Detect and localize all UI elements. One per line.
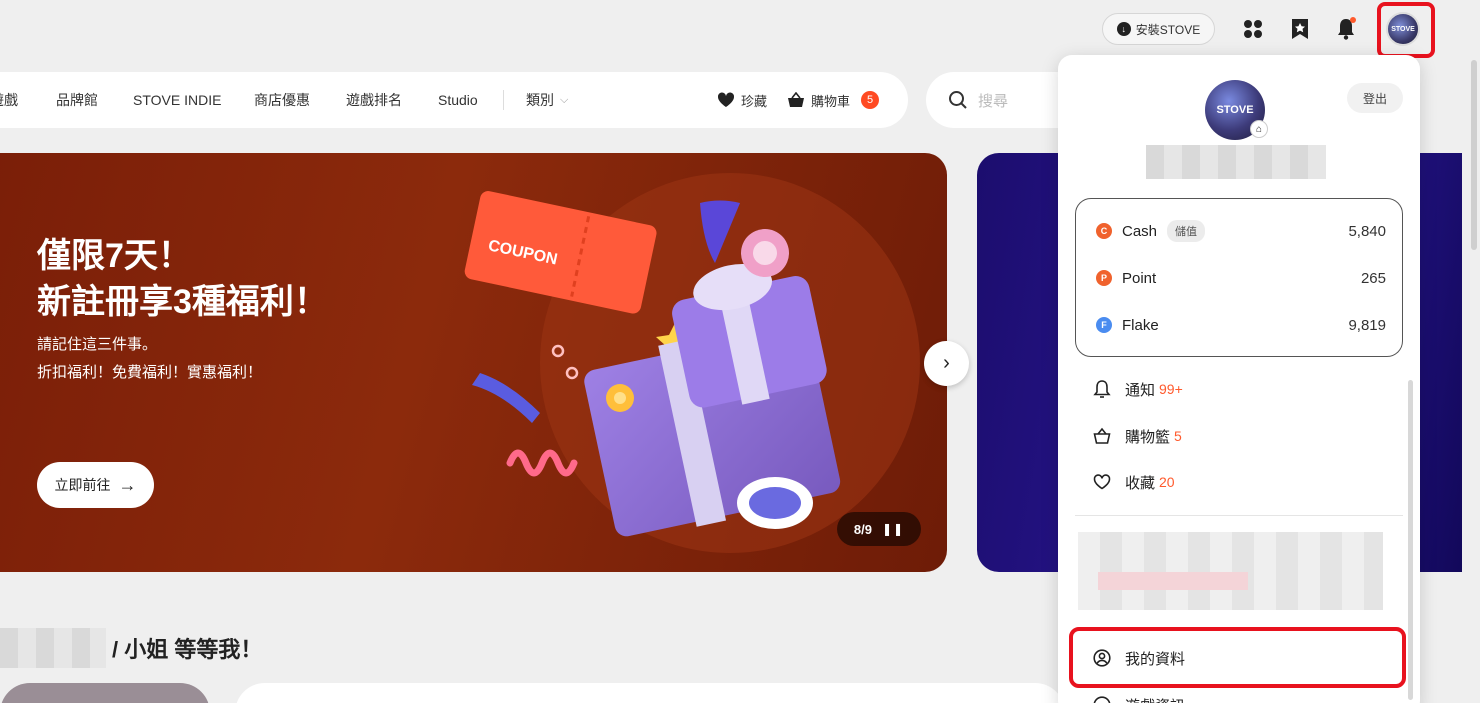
- chevron-right-icon: ›: [943, 352, 950, 374]
- home-icon: ⌂: [1250, 120, 1268, 138]
- menu-game-info[interactable]: 遊戲資訊: [1093, 693, 1185, 703]
- my-profile-highlight-box: [1069, 627, 1406, 688]
- notifications-count: 99+: [1159, 381, 1183, 397]
- search-icon: [949, 91, 967, 109]
- main-nav: 遊戲 品牌館 STOVE INDIE 商店優惠 遊戲排名 Studio 類別 ⌵…: [0, 72, 908, 128]
- cash-coin-icon: C: [1096, 223, 1112, 239]
- content-card: [235, 683, 1065, 703]
- category-label: 類別: [526, 92, 554, 108]
- flake-label: Flake: [1122, 316, 1159, 334]
- panel-scrollbar[interactable]: [1408, 380, 1413, 700]
- section-title-text: / 小姐 等等我！: [112, 637, 263, 662]
- install-stove-button[interactable]: ↓ 安裝STOVE: [1102, 13, 1215, 45]
- wallet-box: C Cash 儲值 5,840 P Point 265 F Flake 9,81…: [1075, 198, 1403, 357]
- menu-cart[interactable]: 購物籃 5: [1093, 424, 1182, 448]
- cart-count-badge: 5: [861, 91, 880, 109]
- logout-button[interactable]: 登出: [1347, 83, 1403, 113]
- chevron-down-icon: ⌵: [560, 93, 569, 106]
- basket-outline-icon: [1093, 427, 1111, 444]
- download-icon: ↓: [1116, 22, 1131, 36]
- nav-item-brand[interactable]: 品牌館: [56, 72, 98, 128]
- wallet-row-flake[interactable]: F Flake 9,819: [1096, 312, 1386, 338]
- hero-title-line2: 新註冊享3種福利！: [37, 283, 328, 321]
- hero-pager-count: 8/9: [853, 521, 872, 537]
- cash-amount: 5,840: [1348, 222, 1386, 240]
- hero-subtitle: 請記住這三件事。 折扣福利！免費福利！實惠福利！: [37, 331, 262, 387]
- basket-icon: [788, 92, 804, 107]
- wallet-row-cash[interactable]: C Cash 儲值 5,840: [1096, 218, 1386, 244]
- notifications-label: 通知: [1125, 381, 1156, 399]
- blurred-name: [0, 628, 106, 668]
- point-label: Point: [1122, 269, 1157, 287]
- menu-favorites[interactable]: 收藏 20: [1093, 470, 1175, 494]
- wishlist-label: 珍藏: [741, 93, 768, 109]
- bookmark-star-icon[interactable]: [1287, 16, 1313, 42]
- blurred-accent: [1098, 572, 1248, 590]
- topup-button[interactable]: 儲值: [1167, 220, 1206, 242]
- hero-title: 僅限7天！ 新註冊享3種福利！: [37, 233, 328, 325]
- nav-item-games[interactable]: 遊戲: [0, 72, 18, 128]
- point-amount: 265: [1360, 269, 1386, 287]
- cash-label: Cash: [1122, 222, 1158, 240]
- wallet-row-point[interactable]: P Point 265: [1096, 265, 1386, 291]
- search-placeholder: 搜尋: [978, 92, 1009, 110]
- nav-item-category[interactable]: 類別 ⌵: [526, 72, 568, 128]
- info-circle-icon: [1093, 696, 1111, 703]
- panel-divider: [1075, 515, 1403, 516]
- nav-divider: [503, 90, 504, 110]
- blurred-username: [1146, 145, 1326, 179]
- wishlist-link[interactable]: 珍藏: [717, 72, 767, 128]
- flake-amount: 9,819: [1348, 316, 1386, 334]
- nav-item-indie[interactable]: STOVE INDIE: [133, 72, 221, 128]
- carousel-next-button[interactable]: ›: [924, 341, 969, 386]
- avatar-highlight-box: [1377, 2, 1435, 58]
- heart-icon: [717, 92, 735, 107]
- hero-pager[interactable]: 8/9 ❚❚: [837, 512, 921, 546]
- cart-menu-count: 5: [1174, 428, 1182, 444]
- section-title: / 小姐 等等我！: [0, 628, 262, 668]
- page-scrollbar[interactable]: [1471, 60, 1477, 250]
- cart-label: 購物車: [811, 93, 851, 109]
- hero-sub-line1: 請記住這三件事。: [37, 336, 158, 353]
- bell-outline-icon: [1093, 380, 1111, 398]
- notification-dot: [1350, 17, 1356, 23]
- cart-link[interactable]: 購物車 5: [787, 72, 880, 128]
- apps-grid-icon[interactable]: [1240, 16, 1266, 42]
- menu-notifications[interactable]: 通知 99+: [1093, 377, 1183, 401]
- hero-go-button[interactable]: 立即前往 →: [37, 462, 154, 508]
- heart-outline-icon: [1093, 474, 1111, 490]
- blurred-game-card[interactable]: [1078, 532, 1383, 610]
- nav-item-studio[interactable]: Studio: [438, 72, 478, 128]
- hero-go-label: 立即前往: [54, 477, 111, 493]
- game-info-label: 遊戲資訊: [1125, 695, 1185, 703]
- flake-coin-icon: F: [1096, 317, 1112, 333]
- arrow-right-icon: →: [118, 474, 137, 495]
- top-bar: ↓ 安裝STOVE STOVE: [0, 0, 1480, 58]
- nav-item-ranking[interactable]: 遊戲排名: [346, 72, 402, 128]
- hero-title-line1: 僅限7天！: [37, 237, 192, 275]
- favorites-count: 20: [1159, 474, 1175, 490]
- install-stove-label: 安裝STOVE: [1135, 22, 1201, 37]
- hero-banner[interactable]: 僅限7天！ 新註冊享3種福利！ 請記住這三件事。 折扣福利！免費福利！實惠福利！…: [0, 153, 947, 572]
- game-thumbnail[interactable]: [0, 683, 210, 703]
- pause-icon[interactable]: ❚❚: [882, 522, 904, 536]
- point-coin-icon: P: [1096, 270, 1112, 286]
- nav-item-deals[interactable]: 商店優惠: [254, 72, 310, 128]
- hero-sub-line2: 折扣福利！免費福利！實惠福利！: [37, 364, 263, 381]
- cart-menu-label: 購物籃: [1125, 428, 1171, 446]
- favorites-label: 收藏: [1125, 474, 1156, 492]
- gift-illustration: COUPON: [464, 191, 841, 537]
